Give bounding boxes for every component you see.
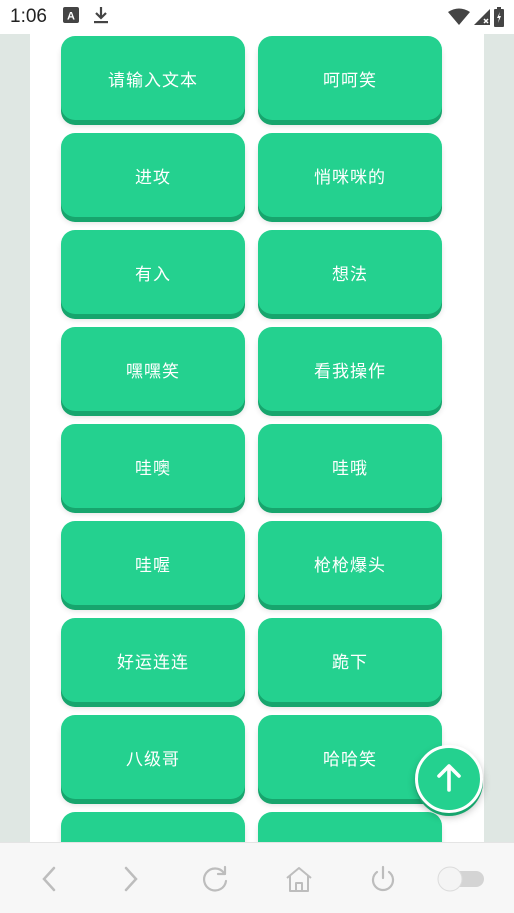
- sound-button[interactable]: 哈哈笑: [258, 715, 442, 799]
- download-icon: [93, 6, 109, 28]
- sound-button[interactable]: [258, 812, 442, 842]
- sound-button[interactable]: 看我操作: [258, 327, 442, 411]
- sound-button[interactable]: 请输入文本: [61, 36, 245, 120]
- text-a-icon: A: [62, 7, 79, 27]
- sound-button[interactable]: 呵呵笑: [258, 36, 442, 120]
- status-bar: 1:06 A: [0, 0, 514, 34]
- status-icons-left: A: [62, 6, 109, 28]
- sound-button[interactable]: 八级哥: [61, 715, 245, 799]
- back-icon[interactable]: [31, 861, 67, 897]
- power-icon[interactable]: [365, 861, 401, 897]
- arrow-up-icon: [435, 762, 463, 796]
- sound-button-grid[interactable]: 请输入文本 呵呵笑 进攻 悄咪咪的 有入 想法 嘿嘿笑 看我操作 哇噢 哇哦 哇…: [30, 34, 484, 842]
- sound-button[interactable]: 想法: [258, 230, 442, 314]
- home-icon[interactable]: [281, 861, 317, 897]
- sound-button[interactable]: 哇喔: [61, 521, 245, 605]
- battery-icon: [494, 7, 504, 31]
- svg-text:A: A: [67, 11, 75, 23]
- sound-button[interactable]: [61, 812, 245, 842]
- sound-button[interactable]: 进攻: [61, 133, 245, 217]
- sound-button[interactable]: 好运连连: [61, 618, 245, 702]
- sound-button[interactable]: 嘿嘿笑: [61, 327, 245, 411]
- left-margin-strip: [0, 34, 30, 842]
- sound-button[interactable]: 哇哦: [258, 424, 442, 508]
- signal-icon: [474, 8, 490, 30]
- wifi-icon: [448, 8, 470, 30]
- status-time: 1:06: [10, 6, 47, 27]
- sound-button[interactable]: 枪枪爆头: [258, 521, 442, 605]
- toggle-switch[interactable]: [436, 861, 486, 897]
- sound-button[interactable]: 有入: [61, 230, 245, 314]
- scroll-to-top-button[interactable]: [415, 745, 483, 813]
- sound-button[interactable]: 跪下: [258, 618, 442, 702]
- refresh-icon[interactable]: [197, 861, 233, 897]
- sound-button[interactable]: 哇噢: [61, 424, 245, 508]
- sound-button[interactable]: 悄咪咪的: [258, 133, 442, 217]
- forward-icon[interactable]: [113, 861, 149, 897]
- status-icons-right: [448, 7, 504, 31]
- bottom-nav-bar: [0, 842, 514, 913]
- right-margin-strip: [484, 34, 514, 842]
